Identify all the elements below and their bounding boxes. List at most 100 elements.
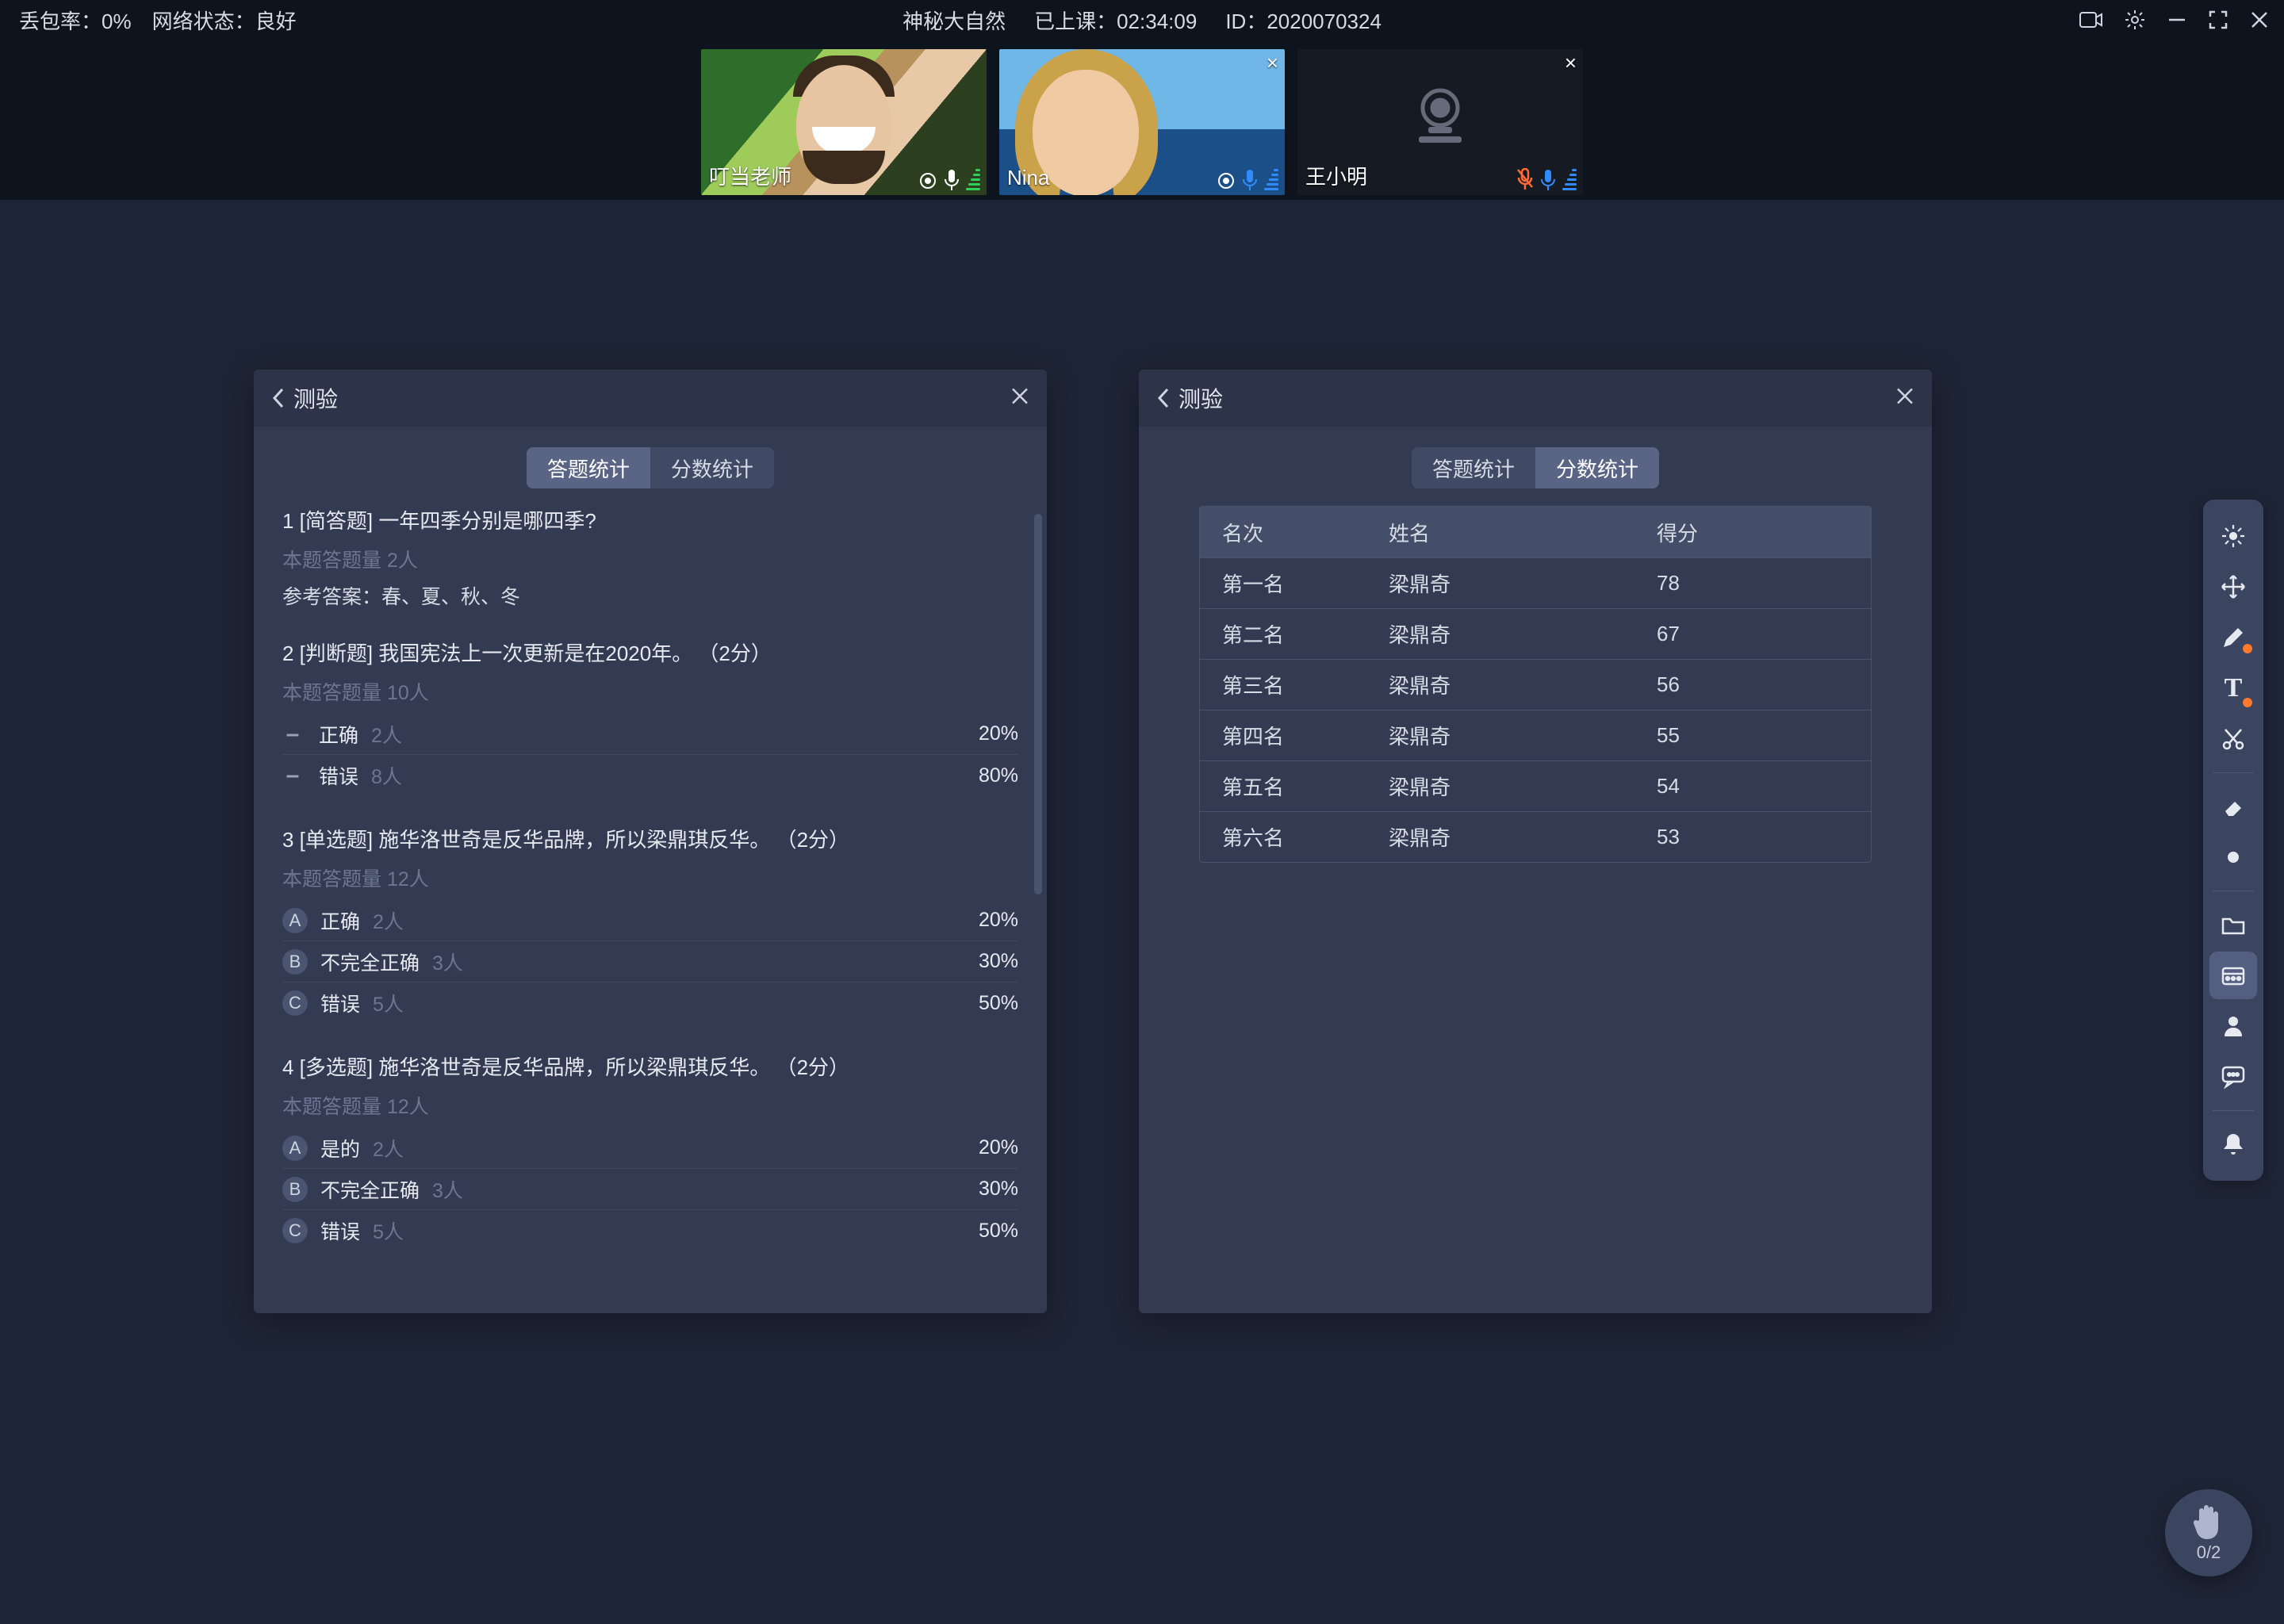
settings-icon[interactable] [2124, 9, 2146, 31]
panel-body[interactable]: 1 [简答题] 一年四季分别是哪四季? 本题答题量 2人参考答案：春、夏、秋、冬 2… [254, 506, 1047, 1313]
video-tile-student[interactable]: × 王小明 [1297, 49, 1583, 195]
option-count: 3人 [432, 948, 463, 976]
color-dot-button[interactable] [2209, 833, 2257, 881]
mic-icon[interactable] [1242, 170, 1258, 190]
table-row: 第三名梁鼎奇56 [1200, 659, 1871, 710]
quiz-panel-score-stats: 测验 答题统计 分数统计 名次 姓名 得分 第一名梁鼎奇78第二名梁鼎奇67第三… [1139, 370, 1932, 1313]
top-bar: 丢包率：0% 网络状态：良好 神秘大自然 已上课：02:34:09 ID：202… [0, 0, 2284, 40]
folder-button[interactable] [2209, 901, 2257, 948]
video-close-icon[interactable]: × [1267, 52, 1278, 73]
question-reference: 参考答案：春、夏、秋、冬 [282, 581, 1018, 610]
question-text: 1 [简答题] 一年四季分别是哪四季? [282, 506, 1018, 537]
raise-hand-button[interactable]: 0/2 [2165, 1489, 2252, 1576]
cell-rank: 第五名 [1200, 772, 1366, 801]
question-block: 1 [简答题] 一年四季分别是哪四季? 本题答题量 2人参考答案：春、夏、秋、冬 [282, 506, 1018, 610]
option-label: 错误 [319, 761, 358, 790]
cell-score: 56 [1634, 672, 1871, 697]
cell-name: 梁鼎奇 [1366, 670, 1634, 699]
video-strip: 叮当老师 × Nina × 王小明 [0, 40, 2284, 200]
option-label: 错误 [320, 1216, 360, 1245]
back-button[interactable]: 测验 [1156, 382, 1223, 414]
close-icon[interactable] [2249, 10, 2270, 30]
option-row: C错误5人50% [282, 982, 1018, 1024]
mic-icon[interactable] [944, 170, 960, 190]
cell-name: 梁鼎奇 [1366, 569, 1634, 598]
col-score: 得分 [1634, 518, 1871, 547]
video-tile-student[interactable]: × Nina [999, 49, 1285, 195]
panel-title: 测验 [293, 382, 338, 414]
question-block: 3 [单选题] 施华洛世奇是反华品牌，所以梁鼎琪反华。 （2分）本题答题量 12… [282, 825, 1018, 1024]
cell-name: 梁鼎奇 [1366, 772, 1634, 801]
person-button[interactable] [2209, 1002, 2257, 1050]
col-rank: 名次 [1200, 518, 1366, 547]
stats-tabs: 答题统计 分数统计 [527, 447, 774, 488]
option-badge: B [282, 1177, 308, 1202]
cell-name: 梁鼎奇 [1366, 721, 1634, 750]
option-row: –正确2人20% [282, 714, 1018, 755]
eraser-tool-button[interactable] [2209, 783, 2257, 830]
chevron-left-icon [271, 387, 286, 409]
option-label: 错误 [320, 989, 360, 1017]
text-tool-button[interactable]: T [2209, 665, 2257, 712]
scissors-tool-button[interactable] [2209, 715, 2257, 763]
session-id: ID：2020070324 [1225, 6, 1382, 35]
packet-loss: 丢包率：0% [19, 6, 132, 35]
question-meta: 本题答题量 12人 [282, 864, 1018, 892]
cell-rank: 第四名 [1200, 721, 1366, 750]
panel-body: 名次 姓名 得分 第一名梁鼎奇78第二名梁鼎奇67第三名梁鼎奇56第四名梁鼎奇5… [1139, 506, 1932, 1313]
cell-score: 53 [1634, 825, 1871, 849]
camera-record-icon[interactable] [2079, 10, 2103, 29]
table-row: 第四名梁鼎奇55 [1200, 710, 1871, 760]
hand-icon [2191, 1503, 2226, 1541]
option-badge: A [282, 908, 308, 933]
laser-pointer-button[interactable] [2209, 512, 2257, 560]
tab-score-stats[interactable]: 分数统计 [1535, 447, 1659, 488]
chevron-left-icon [1156, 387, 1171, 409]
option-row: B不完全正确3人30% [282, 1169, 1018, 1210]
fullscreen-icon[interactable] [2208, 10, 2228, 30]
mic-icon[interactable] [1540, 170, 1556, 190]
option-badge: B [282, 949, 308, 975]
stats-tabs: 答题统计 分数统计 [1412, 447, 1659, 488]
col-name: 姓名 [1366, 518, 1634, 547]
option-count: 8人 [371, 761, 402, 790]
option-count: 5人 [373, 1216, 404, 1245]
option-count: 2人 [373, 906, 404, 935]
option-badge: A [282, 1136, 308, 1161]
bell-button[interactable] [2209, 1120, 2257, 1168]
library-button[interactable] [2209, 952, 2257, 999]
question-meta: 本题答题量 2人 [282, 545, 1018, 573]
option-badge: C [282, 990, 308, 1016]
option-count: 3人 [432, 1175, 463, 1204]
tab-answer-stats[interactable]: 答题统计 [527, 447, 650, 488]
table-row: 第五名梁鼎奇54 [1200, 760, 1871, 811]
question-text: 4 [多选题] 施华洛世奇是反华品牌，所以梁鼎琪反华。 （2分） [282, 1052, 1018, 1083]
chat-button[interactable] [2209, 1053, 2257, 1101]
volume-indicator [1264, 169, 1278, 190]
table-row: 第六名梁鼎奇53 [1200, 811, 1871, 862]
back-button[interactable]: 测验 [271, 382, 338, 414]
tab-score-stats[interactable]: 分数统计 [650, 447, 774, 488]
option-row: C错误5人50% [282, 1210, 1018, 1251]
tab-answer-stats[interactable]: 答题统计 [1412, 447, 1535, 488]
pencil-tool-button[interactable] [2209, 614, 2257, 661]
option-percent: 20% [979, 722, 1018, 745]
panel-header: 测验 [1139, 370, 1932, 427]
panel-close-icon[interactable] [1010, 387, 1029, 410]
scrollbar[interactable] [1034, 514, 1042, 894]
cell-score: 54 [1634, 774, 1871, 799]
side-toolbar: T [2203, 500, 2263, 1181]
move-tool-button[interactable] [2209, 563, 2257, 611]
minimize-icon[interactable] [2167, 10, 2187, 30]
video-close-icon[interactable]: × [1565, 52, 1577, 73]
mic-muted-icon[interactable] [1516, 168, 1534, 190]
option-label: 不完全正确 [320, 1175, 420, 1204]
video-tile-teacher[interactable]: 叮当老师 [701, 49, 987, 195]
question-text: 2 [判断题] 我国宪法上一次更新是在2020年。 （2分） [282, 638, 1018, 669]
panel-close-icon[interactable] [1895, 387, 1914, 410]
cell-name: 梁鼎奇 [1366, 822, 1634, 852]
cell-rank: 第三名 [1200, 670, 1366, 699]
network-status: 网络状态：良好 [152, 6, 297, 35]
video-name: Nina [1007, 166, 1049, 190]
panel-title: 测验 [1178, 382, 1223, 414]
